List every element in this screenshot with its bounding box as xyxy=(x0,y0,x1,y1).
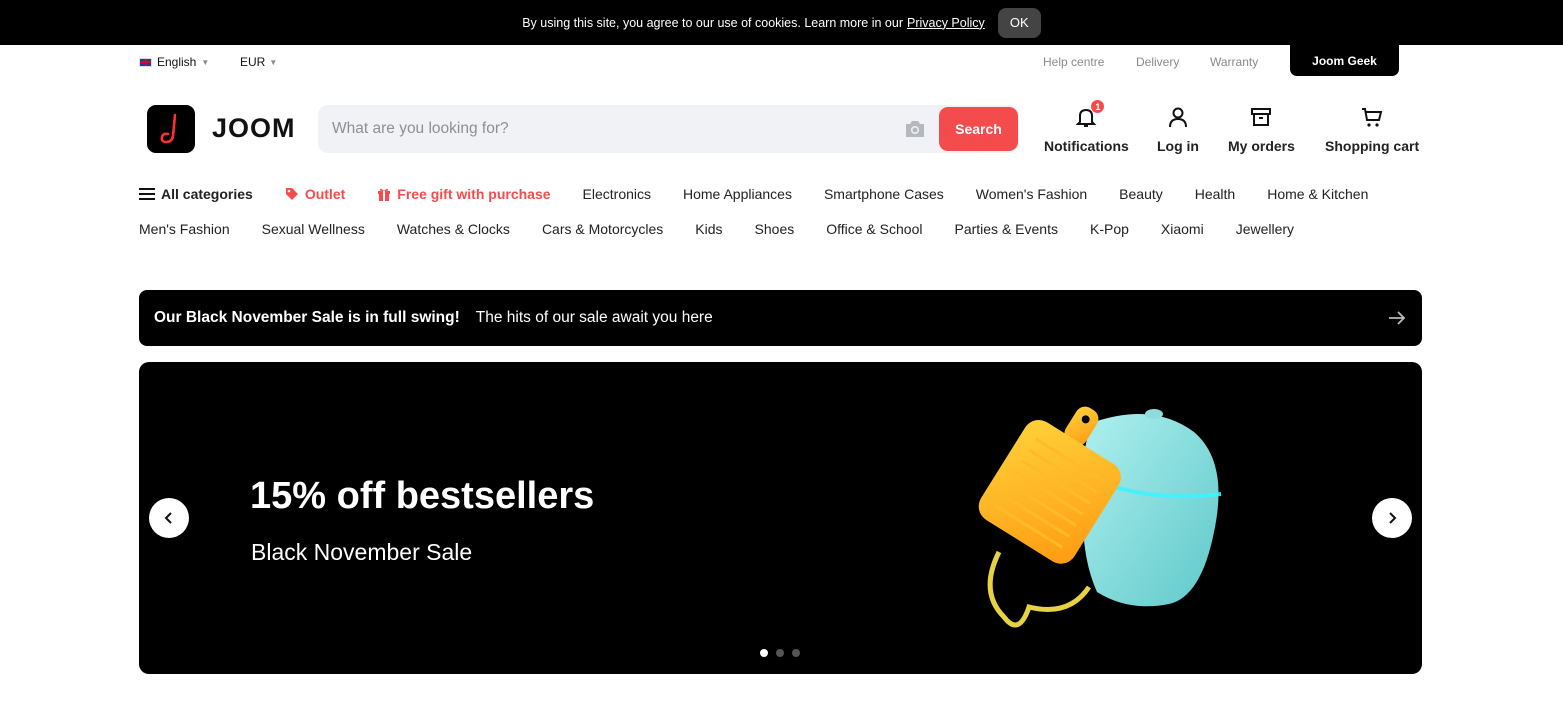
carousel-dot[interactable] xyxy=(760,649,768,657)
language-selector[interactable]: English ▼ xyxy=(139,55,209,69)
help-centre-link[interactable]: Help centre xyxy=(1043,55,1104,69)
promo-text: The hits of our sale await you here xyxy=(475,309,713,326)
delivery-link[interactable]: Delivery xyxy=(1136,55,1179,69)
hero-title: 15% off bestsellers xyxy=(250,475,595,517)
login-button[interactable]: Log in xyxy=(1157,105,1199,154)
free-gift-link[interactable]: Free gift with purchase xyxy=(377,186,551,202)
utility-bar: English ▼ EUR ▼ Help centre Delivery War… xyxy=(0,45,1563,77)
joom-logo-icon[interactable] xyxy=(147,105,195,153)
cookie-banner: By using this site, you agree to our use… xyxy=(0,0,1563,45)
camera-icon[interactable] xyxy=(904,120,926,143)
category-watches-clocks[interactable]: Watches & Clocks xyxy=(397,221,510,237)
warranty-link[interactable]: Warranty xyxy=(1210,55,1258,69)
all-categories-button[interactable]: All categories xyxy=(139,186,253,202)
category-mens-fashion[interactable]: Men's Fashion xyxy=(139,221,230,237)
category-home-appliances[interactable]: Home Appliances xyxy=(683,186,792,202)
carousel-next-button[interactable] xyxy=(1372,498,1412,538)
currency-selector[interactable]: EUR ▼ xyxy=(240,55,277,69)
my-orders-label: My orders xyxy=(1228,138,1295,154)
category-smartphone-cases[interactable]: Smartphone Cases xyxy=(824,186,944,202)
category-kids[interactable]: Kids xyxy=(695,221,722,237)
category-cars-motorcycles[interactable]: Cars & Motorcycles xyxy=(542,221,663,237)
outlet-link[interactable]: Outlet xyxy=(285,186,345,202)
hamburger-menu-icon xyxy=(139,188,155,200)
cart-icon xyxy=(1362,108,1383,127)
category-office-school[interactable]: Office & School xyxy=(826,221,922,237)
sale-promo-banner[interactable]: Our Black November Sale is in full swing… xyxy=(139,290,1422,346)
cookie-ok-button[interactable]: OK xyxy=(997,7,1041,38)
category-k-pop[interactable]: K-Pop xyxy=(1090,221,1129,237)
category-shoes[interactable]: Shoes xyxy=(755,221,795,237)
cookie-text: By using this site, you agree to our use… xyxy=(522,15,903,30)
carousel-dot[interactable] xyxy=(776,649,784,657)
shopping-cart-button[interactable]: Shopping cart xyxy=(1325,105,1419,154)
my-orders-button[interactable]: My orders xyxy=(1228,105,1295,154)
hero-carousel[interactable]: 15% off bestsellers Black November Sale xyxy=(139,362,1422,674)
category-electronics[interactable]: Electronics xyxy=(583,186,651,202)
all-categories-label: All categories xyxy=(161,186,253,202)
joom-geek-tab[interactable]: Joom Geek xyxy=(1290,45,1399,76)
carousel-dot[interactable] xyxy=(792,649,800,657)
category-home-kitchen[interactable]: Home & Kitchen xyxy=(1267,186,1368,202)
category-beauty[interactable]: Beauty xyxy=(1119,186,1163,202)
search-button[interactable]: Search xyxy=(939,107,1018,151)
box-icon xyxy=(1251,108,1272,126)
chevron-right-icon xyxy=(1389,512,1397,524)
carousel-pagination xyxy=(760,649,800,657)
category-sexual-wellness[interactable]: Sexual Wellness xyxy=(262,221,365,237)
chevron-down-icon: ▼ xyxy=(269,57,278,67)
chevron-down-icon: ▼ xyxy=(201,57,210,67)
shopping-cart-label: Shopping cart xyxy=(1325,138,1420,154)
chevron-left-icon xyxy=(164,512,172,524)
hero-subtitle: Black November Sale xyxy=(251,539,473,565)
notifications-label: Notifications xyxy=(1044,138,1129,154)
promo-headline: Our Black November Sale is in full swing… xyxy=(154,309,460,326)
category-nav-row-2: Men's Fashion Sexual Wellness Watches & … xyxy=(139,221,1326,237)
notification-count-badge: 1 xyxy=(1090,99,1106,114)
carousel-prev-button[interactable] xyxy=(149,498,189,538)
uk-flag-icon xyxy=(139,57,152,67)
category-nav-row-1: All categories Outlet Free gift with pur… xyxy=(139,186,1400,202)
free-gift-label: Free gift with purchase xyxy=(397,186,551,202)
search-input[interactable] xyxy=(332,117,892,141)
search-bar: Search xyxy=(318,105,1019,153)
category-womens-fashion[interactable]: Women's Fashion xyxy=(976,186,1087,202)
category-xiaomi[interactable]: Xiaomi xyxy=(1161,221,1204,237)
category-jewellery[interactable]: Jewellery xyxy=(1236,221,1294,237)
logo-wordmark[interactable]: JOOM xyxy=(212,113,296,144)
notifications-button[interactable]: 1 Notifications xyxy=(1044,99,1129,154)
privacy-policy-link[interactable]: Privacy Policy xyxy=(907,16,985,30)
language-label: English xyxy=(157,55,197,69)
login-label: Log in xyxy=(1157,138,1199,154)
user-icon xyxy=(1169,107,1187,128)
gift-icon xyxy=(378,188,391,201)
currency-label: EUR xyxy=(240,55,266,69)
outlet-label: Outlet xyxy=(304,186,346,202)
category-health[interactable]: Health xyxy=(1195,186,1235,202)
product-image xyxy=(978,406,1222,628)
category-parties-events[interactable]: Parties & Events xyxy=(954,221,1058,237)
tag-icon xyxy=(285,188,298,200)
arrow-right-icon xyxy=(1389,311,1406,325)
